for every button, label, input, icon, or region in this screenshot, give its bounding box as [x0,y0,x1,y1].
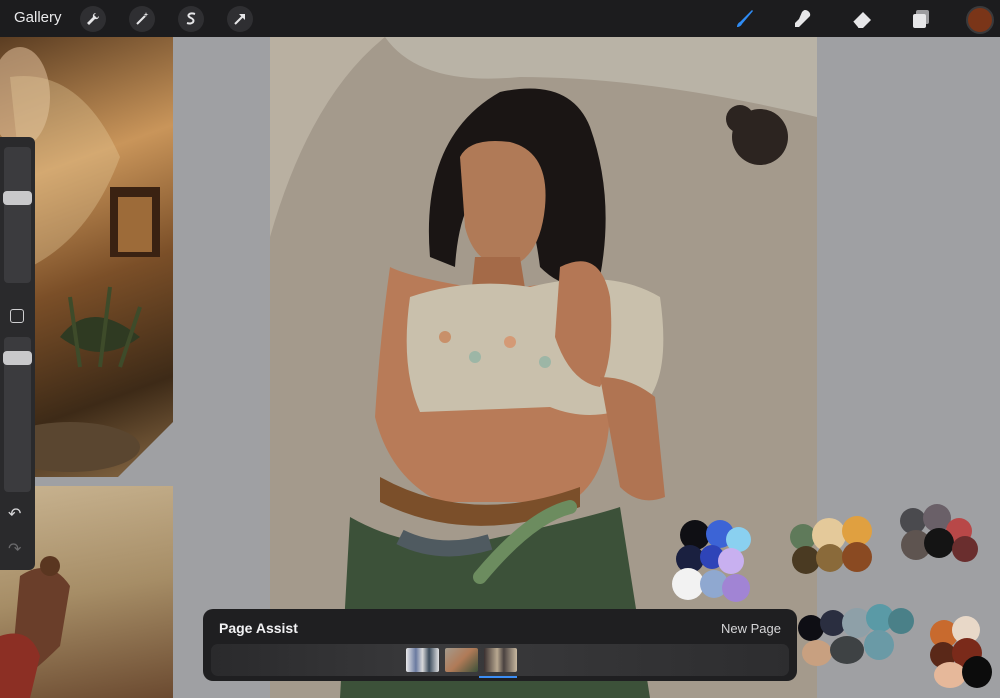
layers-icon[interactable] [907,6,935,32]
brush-size-slider[interactable] [3,147,32,283]
opacity-slider[interactable] [3,337,32,492]
new-page-button[interactable]: New Page [721,621,781,636]
smudge-icon[interactable] [789,6,817,32]
page-thumb-2[interactable] [445,648,478,672]
color-picker-swatch[interactable] [966,6,994,34]
eraser-icon[interactable] [848,6,876,32]
undo-icon[interactable]: ↶ [8,504,21,524]
top-toolbar: Gallery [0,0,1000,37]
transform-arrow-icon[interactable] [227,6,253,32]
brush-icon[interactable] [731,6,759,32]
modify-button[interactable] [10,309,24,323]
page-thumb-3[interactable] [484,648,517,672]
magic-wand-icon[interactable] [129,6,155,32]
left-sidebar: ↶ ↷ [0,137,35,570]
selection-s-icon[interactable] [178,6,204,32]
page-thumbnail-strip[interactable] [211,644,789,676]
page-assist-title: Page Assist [219,620,298,636]
brush-size-thumb[interactable] [3,191,32,205]
opacity-thumb[interactable] [3,351,32,365]
page-assist-panel: Page Assist New Page [203,609,797,681]
active-page-indicator [479,676,517,678]
wrench-icon[interactable] [80,6,106,32]
redo-icon[interactable]: ↷ [8,539,21,559]
gallery-button[interactable]: Gallery [14,9,62,26]
page-thumb-1[interactable] [406,648,439,672]
